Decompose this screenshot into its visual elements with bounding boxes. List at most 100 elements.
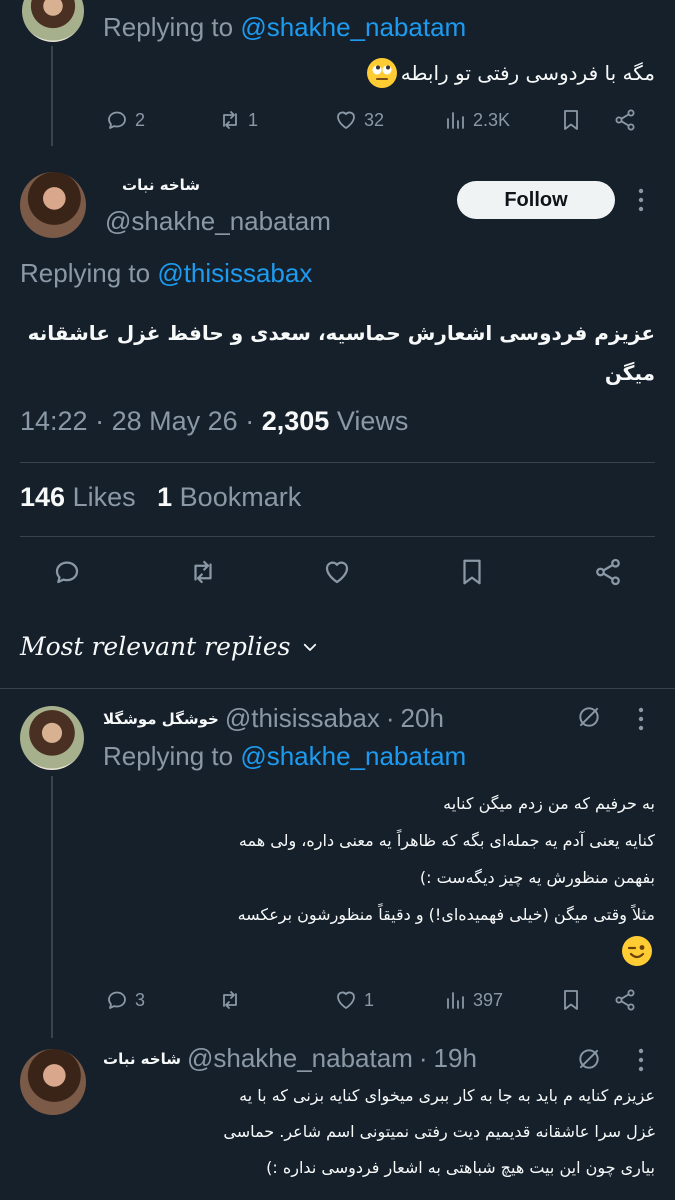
separator-dot: · [418, 1043, 428, 1073]
divider [0, 688, 675, 689]
replying-to-label: Replying to [103, 741, 234, 771]
author-name[interactable]: خوشگل موشگلا [103, 710, 219, 728]
retweet-icon [194, 560, 212, 584]
reply-count: 2 [135, 109, 146, 130]
more-options-icon[interactable] [636, 705, 646, 737]
grok-icon[interactable] [576, 704, 602, 734]
separator-dot: · [245, 406, 255, 436]
likes-stat[interactable]: 146 Likes [20, 482, 143, 512]
bookmark-button[interactable] [457, 557, 487, 587]
reply-text-line: به حرفیم که من زدم میگن کنایه [443, 794, 655, 813]
reply-header: شاخه نبات @shakhe_nabatam · 19h [103, 1043, 477, 1074]
rolling-eyes-emoji-icon [366, 58, 397, 88]
bookmark-button[interactable] [559, 988, 583, 1012]
like-button[interactable]: 1 [334, 988, 374, 1012]
tweet-date[interactable]: 28 May 26 [112, 406, 238, 436]
retweet-count: 1 [248, 109, 259, 130]
reply-button[interactable]: 2 [105, 108, 145, 132]
retweet-icon [223, 991, 237, 1009]
reply-button[interactable]: 3 [105, 988, 145, 1012]
bookmarks-label: Bookmark [179, 482, 302, 512]
share-icon [615, 989, 635, 1011]
replying-to-line: Replying to @thisissabax [20, 258, 312, 289]
tweet-time[interactable]: 14:22 [20, 406, 88, 436]
sort-label: Most relevant replies [20, 632, 291, 661]
reply-text-line: مثلاً وقتی میگن (خیلی فهمیده‌ای!) و دقیق… [237, 905, 655, 924]
thread-line [51, 46, 53, 146]
replying-to-label: Replying to [103, 12, 234, 42]
likes-count: 146 [20, 482, 66, 512]
author-name[interactable]: شاخه نبات [105, 176, 200, 194]
reply-text: عزیزم کنایه م باید به جا به کار ببری میخ… [103, 1078, 655, 1186]
reply-text: به حرفیم که من زدم میگن کنایه کنایه یعنی… [103, 785, 655, 933]
more-options-icon[interactable] [636, 1046, 646, 1078]
bookmark-icon [463, 559, 481, 585]
replying-to-line: Replying to @shakhe_nabatam [103, 741, 466, 772]
like-button[interactable]: 32 [334, 108, 384, 132]
share-icon [615, 109, 635, 131]
chevron-down-icon [303, 643, 316, 651]
replying-to-handle[interactable]: @shakhe_nabatam [240, 12, 466, 42]
retweet-button[interactable]: 1 [218, 108, 258, 132]
reply-icon [55, 561, 79, 584]
sort-replies-dropdown[interactable]: Most relevant replies [20, 632, 319, 661]
bookmarks-count: 1 [157, 482, 173, 512]
bookmarks-stat[interactable]: 1 Bookmark [157, 482, 301, 512]
likes-label: Likes [72, 482, 136, 512]
avatar[interactable] [20, 1049, 86, 1115]
tweet-text: مگه با فردوسی رفتی تو رابطه [95, 58, 655, 88]
replying-to-label: Replying to [20, 258, 151, 288]
share-icon [596, 558, 620, 586]
views-icon [447, 112, 464, 129]
bookmark-icon [564, 110, 578, 130]
retweet-button[interactable] [188, 557, 218, 587]
author-handle[interactable]: @thisissabax [225, 703, 380, 734]
reply-header: خوشگل موشگلا @thisissabax · 20h [103, 703, 444, 734]
follow-button[interactable]: Follow [457, 181, 615, 219]
reply-icon [108, 991, 126, 1009]
views-count: 2,305 [261, 406, 330, 436]
tweet-text-content: مگه با فردوسی رفتی تو رابطه [400, 61, 655, 85]
reply-text-line: غزل سرا عاشقانه قدیمیم دیت رفتی نمیتونی … [223, 1122, 655, 1141]
views-count: 397 [473, 989, 504, 1010]
author-handle[interactable]: @shakhe_nabatam [105, 206, 331, 237]
author-name[interactable]: شاخه نبات [103, 1050, 181, 1068]
reply-age[interactable]: 20h [401, 703, 444, 734]
avatar[interactable] [20, 172, 86, 238]
share-button[interactable] [613, 108, 637, 132]
reply-age[interactable]: 19h [434, 1043, 477, 1074]
share-button[interactable] [593, 557, 623, 587]
timestamp-line: 14:22 · 28 May 26 · 2,305 Views [20, 406, 408, 437]
engagement-stats: 146 Likes 1 Bookmark [20, 482, 301, 513]
grok-icon[interactable] [576, 1046, 602, 1076]
bookmark-button[interactable] [559, 108, 583, 132]
bookmark-icon [564, 990, 578, 1010]
reply-icon [108, 111, 126, 129]
share-button[interactable] [613, 988, 637, 1012]
separator-dot: · [95, 406, 105, 436]
avatar[interactable] [20, 706, 84, 770]
reply-text-line: کنایه یعنی آدم یه جمله‌ای بگه که ظاهراً … [238, 831, 655, 850]
retweet-button[interactable] [218, 988, 248, 1012]
views-button[interactable]: 397 [443, 988, 503, 1012]
heart-icon [337, 111, 355, 129]
avatar[interactable] [22, 0, 84, 42]
tweet-text-line: عزیزم فردوسی اشعارش حماسیه، سعدی و حافظ … [27, 321, 655, 345]
views-icon [447, 992, 464, 1009]
divider [20, 462, 655, 463]
views-count: 2.3K [473, 109, 511, 130]
more-options-icon[interactable] [636, 186, 646, 214]
reply-button[interactable] [52, 557, 82, 587]
heart-icon [337, 991, 355, 1009]
reply-text-line: بیاری چون این بیت هیچ شباهتی به اشعار فر… [266, 1158, 655, 1177]
replying-to-handle[interactable]: @shakhe_nabatam [240, 741, 466, 771]
separator-dot: · [385, 703, 395, 733]
author-handle[interactable]: @shakhe_nabatam [187, 1043, 413, 1074]
replying-to-handle[interactable]: @thisissabax [157, 258, 312, 288]
reply-text-line: عزیزم کنایه م باید به جا به کار ببری میخ… [239, 1086, 655, 1105]
thread-line [51, 776, 53, 1038]
like-button[interactable] [322, 557, 352, 587]
heart-icon [325, 561, 349, 584]
reply-count: 3 [135, 989, 146, 1010]
views-button[interactable]: 2.3K [443, 108, 510, 132]
